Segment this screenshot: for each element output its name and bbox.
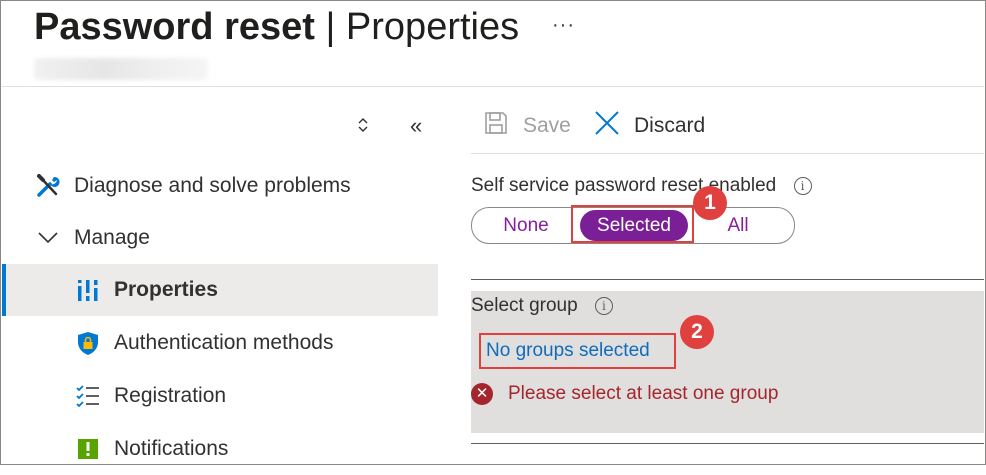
page-title-sub: Properties [345,6,520,48]
sidebar-item-registration[interactable]: Registration [2,370,438,422]
sidebar-item-label: Authentication methods [114,331,334,354]
error-message: Please select at least one group [508,383,779,404]
select-group-label: Select group i [471,295,613,317]
info-icon[interactable]: i [594,296,613,315]
more-options-button[interactable]: ··· [552,14,575,37]
blurred-subtitle [34,58,208,80]
error-icon: ✕ [471,383,493,405]
sidebar-item-authentication-methods[interactable]: Authentication methods [2,317,438,369]
sidebar-item-label: Properties [114,278,218,301]
header-divider [2,86,984,87]
page-title-separator: | [314,6,346,48]
save-button[interactable]: Save [483,110,571,142]
checklist-icon [74,382,102,410]
updown-icon[interactable] [356,116,370,139]
save-icon [483,110,509,142]
discard-label: Discard [634,114,706,137]
section-divider [471,279,984,280]
bottom-divider [471,443,984,444]
option-none[interactable]: None [490,210,562,241]
shield-icon [74,329,102,357]
callout-badge-1: 1 [693,186,727,220]
callout-highlight-2 [479,333,676,369]
sidebar-item-label: Registration [114,384,227,407]
sidebar-item-notifications[interactable]: Notifications [2,423,438,475]
info-icon[interactable]: i [793,176,812,195]
page-title: Password reset | Properties [34,4,519,50]
collapse-sidebar-button[interactable]: « [410,113,422,139]
page-title-main: Password reset [34,6,315,48]
notification-icon [74,435,102,463]
sidebar-item-label: Notifications [114,437,229,460]
save-label: Save [523,114,571,137]
callout-highlight-1 [571,205,694,243]
wrench-icon [34,172,62,200]
sidebar-section-manage[interactable]: Manage [2,212,438,264]
sidebar-item-properties[interactable]: Properties [2,264,438,316]
sidebar-item-label: Manage [74,226,150,249]
properties-icon [74,276,102,304]
discard-button[interactable]: Discard [594,110,705,142]
callout-badge-2: 2 [680,315,714,349]
toolbar-divider [471,153,984,154]
select-group-text: Select group [471,295,578,316]
validation-error: ✕ Please select at least one group [471,383,778,405]
sidebar-item-diagnose[interactable]: Diagnose and solve problems [2,160,438,212]
sspr-setting-label: Self service password reset enabled i [471,175,812,197]
close-icon [594,110,620,142]
sspr-label-text: Self service password reset enabled [471,175,777,196]
sidebar-item-label: Diagnose and solve problems [74,174,351,197]
chevron-down-icon [34,224,62,252]
